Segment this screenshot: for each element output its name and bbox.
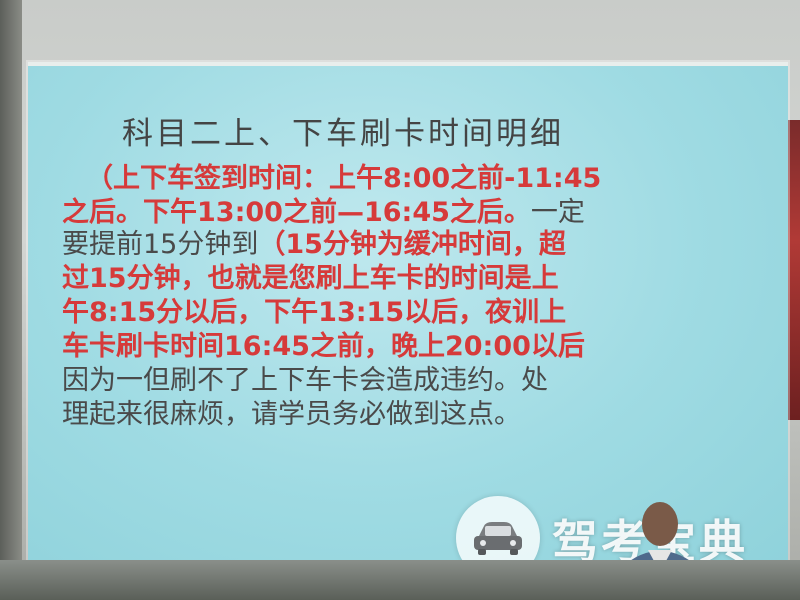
line-text: 午8:15分以后，下午13:15以后，夜训上 bbox=[62, 297, 567, 328]
room-foreground bbox=[0, 560, 800, 600]
slide-line-1: （上下车签到时间：上午8:00之前-11:45 bbox=[86, 162, 800, 196]
line-text: 过15分钟，也就是您刷上车卡的时间是上 bbox=[62, 263, 559, 294]
line-text: 车卡刷卡时间16:45之前，晚上20:00以后 bbox=[62, 331, 585, 362]
car-icon bbox=[474, 522, 522, 555]
slide-line-5: 午8:15分以后，下午13:15以后，夜训上 bbox=[62, 296, 782, 330]
slide-line-6: 车卡刷卡时间16:45之前，晚上20:00以后 bbox=[62, 330, 782, 364]
slide-line-2: 之后。下午13:00之前—16:45之后。一定 bbox=[62, 196, 782, 230]
slide-line-4: 过15分钟，也就是您刷上车卡的时间是上 bbox=[62, 262, 782, 296]
line-text: （上下车签到时间：上午8:00之前-11:45 bbox=[86, 163, 602, 194]
line-text: 之后。下午13:00之前—16:45之后。 bbox=[62, 197, 531, 228]
left-post bbox=[0, 0, 22, 600]
slide-line-7: 因为一但刷不了上下车卡会造成违约。处 bbox=[62, 364, 782, 398]
slide-line-3: 要提前15分钟到（15分钟为缓冲时间，超 bbox=[62, 228, 782, 262]
line-text: 理起来很麻烦，请学员务必做到这点。 bbox=[62, 399, 521, 430]
line-text: 一定 bbox=[530, 197, 585, 228]
line-text: （15分钟为缓冲时间，超 bbox=[258, 229, 566, 260]
line-text: 要提前15分钟到 bbox=[62, 229, 259, 260]
line-text: 因为一但刷不了上下车卡会造成违约。处 bbox=[62, 365, 548, 396]
slide-title: 科目二上、下车刷卡时间明细 bbox=[122, 116, 564, 152]
slide-line-8: 理起来很麻烦，请学员务必做到这点。 bbox=[62, 398, 782, 432]
